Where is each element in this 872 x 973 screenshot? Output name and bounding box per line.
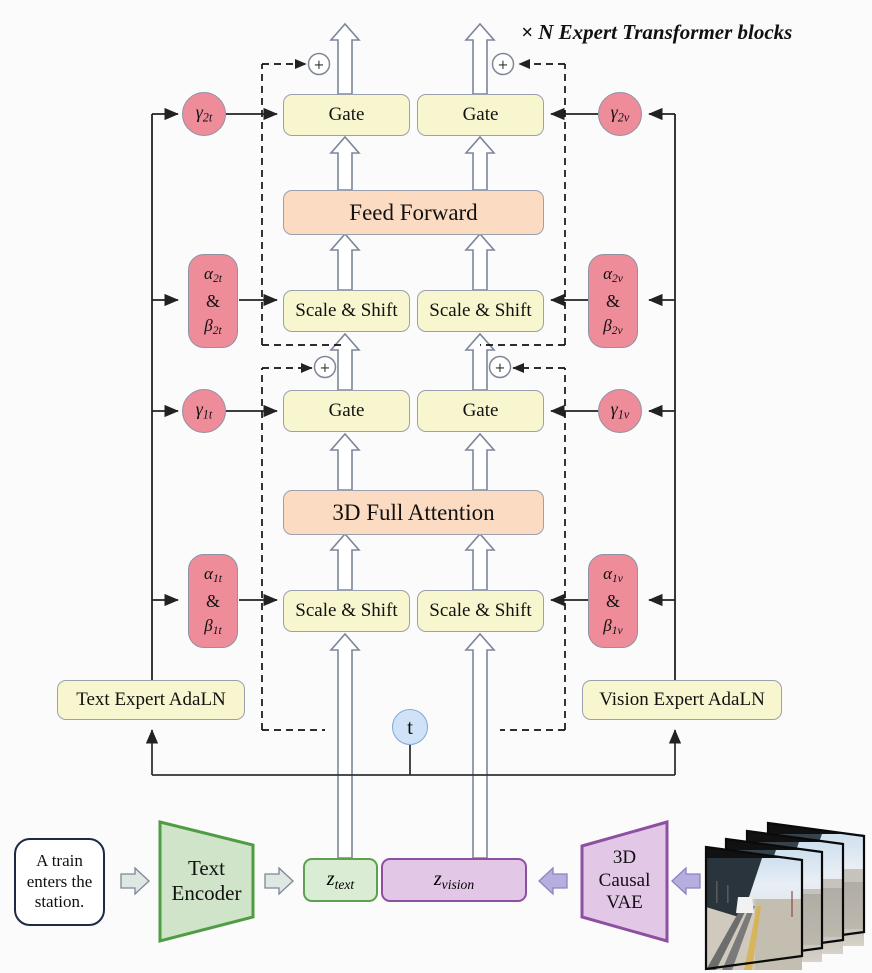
gamma-1t-label: γ1t [195,399,213,422]
plus-symbol-attn-text: + [320,361,331,376]
gamma-2t-node: γ2t [182,92,226,136]
scale-shift-attn-vision[interactable]: Scale & Shift [417,590,544,632]
z-text-latent[interactable]: ztext [303,858,378,902]
gamma-2v-label: γ2v [610,102,630,125]
vae-line1: 3D [612,847,637,869]
feed-forward-block[interactable]: Feed Forward [283,190,544,235]
text-encoder-line1: Text [187,856,226,881]
gamma-1v-label: γ1v [610,399,630,422]
connector-layer: + + + + [120,22,866,971]
beta-2t-label: β2t [204,316,222,338]
gate-ff-vision[interactable]: Gate [417,94,544,136]
scale-shift-ff-vision[interactable]: Scale & Shift [417,290,544,332]
z-vision-label: zvision [433,867,475,892]
gamma-1t-node: γ1t [182,389,226,433]
alpha-beta-1t-node: α1t & β1t [188,554,238,648]
causal-vae-label: 3D Causal VAE [582,840,667,922]
gate-ff-text[interactable]: Gate [283,94,410,136]
vision-expert-adaln[interactable]: Vision Expert AdaLN [582,680,782,720]
attention-block[interactable]: 3D Full Attention [283,490,544,535]
vae-line2: Causal [598,869,651,891]
alpha-beta-2t-node: α2t & β2t [188,254,238,348]
gamma-2v-node: γ2v [598,92,642,136]
alpha-2t-label: α2t [204,263,222,285]
alpha-beta-2v-node: α2v & β2v [588,254,638,348]
ampersand-2v: & [605,291,620,311]
gate-attn-vision[interactable]: Gate [417,390,544,432]
gamma-2t-label: γ2t [195,102,213,125]
text-encoder-line2: Encoder [171,881,242,905]
z-text-label: ztext [326,867,355,892]
prompt-box[interactable]: A train enters the station. [14,838,105,926]
alpha-1t-label: α1t [204,563,222,585]
plus-symbol-ff-vision: + [498,58,509,73]
ampersand-1t: & [205,591,220,611]
alpha-beta-1v-node: α1v & β1v [588,554,638,648]
timestep-node[interactable]: t [392,709,428,745]
scale-shift-attn-text[interactable]: Scale & Shift [283,590,410,632]
beta-1v-label: β1v [603,616,623,638]
text-encoder-label: Text Encoder [160,842,253,920]
alpha-1v-label: α1v [603,563,623,585]
alpha-2v-label: α2v [603,263,623,285]
vae-line3: VAE [606,892,643,914]
ampersand-2t: & [205,291,220,311]
scale-shift-ff-text[interactable]: Scale & Shift [283,290,410,332]
beta-2v-label: β2v [603,316,623,338]
plus-symbol-ff-text: + [314,58,325,73]
z-vision-latent[interactable]: zvision [381,858,527,902]
gamma-1v-node: γ1v [598,389,642,433]
diagram-caption: × N Expert Transformer blocks [521,20,793,44]
diagram-canvas: + + + + × N Expert Transformer blocks Ga… [0,0,872,973]
plus-symbol-attn-vision: + [495,361,506,376]
video-frames [704,821,866,971]
gate-attn-text[interactable]: Gate [283,390,410,432]
text-expert-adaln[interactable]: Text Expert AdaLN [57,680,245,720]
ampersand-1v: & [605,591,620,611]
beta-1t-label: β1t [204,616,222,638]
